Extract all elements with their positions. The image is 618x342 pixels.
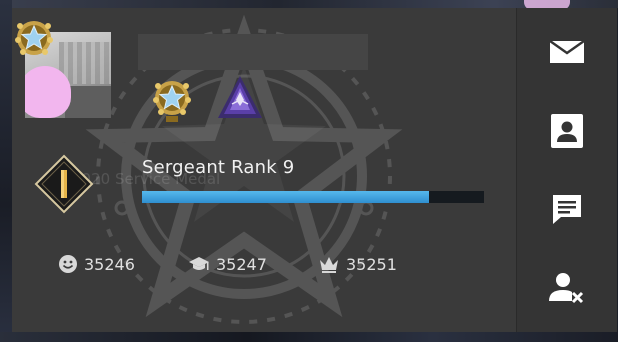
smile-icon (59, 255, 77, 273)
background-left (0, 0, 12, 342)
avatar-medal-icon (15, 21, 53, 55)
xp-progress-fill (142, 191, 430, 203)
stat-teacher: 35247 (188, 254, 267, 274)
view-profile-button[interactable] (545, 109, 589, 153)
chat-icon (553, 195, 581, 224)
player-name-redacted (138, 34, 368, 70)
operation-coin-icon[interactable] (216, 74, 264, 122)
send-message-button[interactable] (545, 30, 589, 74)
stat-friendly-value: 35246 (84, 254, 135, 274)
background-bottom (0, 332, 618, 342)
remove-friend-button[interactable] (545, 266, 589, 310)
action-sidebar (516, 8, 617, 332)
mail-icon (549, 40, 585, 63)
crown-icon (320, 257, 338, 273)
chat-button[interactable] (545, 187, 589, 231)
player-card: 2020 Service Medal Sergeant Rank 9 35246… (12, 8, 516, 332)
remove-friend-icon (549, 273, 584, 304)
rank-badge-icon[interactable] (34, 154, 94, 214)
stat-leader: 35251 (318, 254, 397, 274)
contact-card-icon (551, 114, 583, 148)
stat-teacher-value: 35247 (216, 254, 267, 274)
rank-title: Sergeant Rank 9 (142, 157, 295, 178)
gold-star-medal-icon[interactable] (152, 76, 192, 124)
stat-leader-value: 35251 (346, 254, 397, 274)
teacher-icon (189, 257, 209, 270)
stat-friendly: 35246 (58, 254, 135, 274)
xp-progress-bar (142, 191, 484, 203)
